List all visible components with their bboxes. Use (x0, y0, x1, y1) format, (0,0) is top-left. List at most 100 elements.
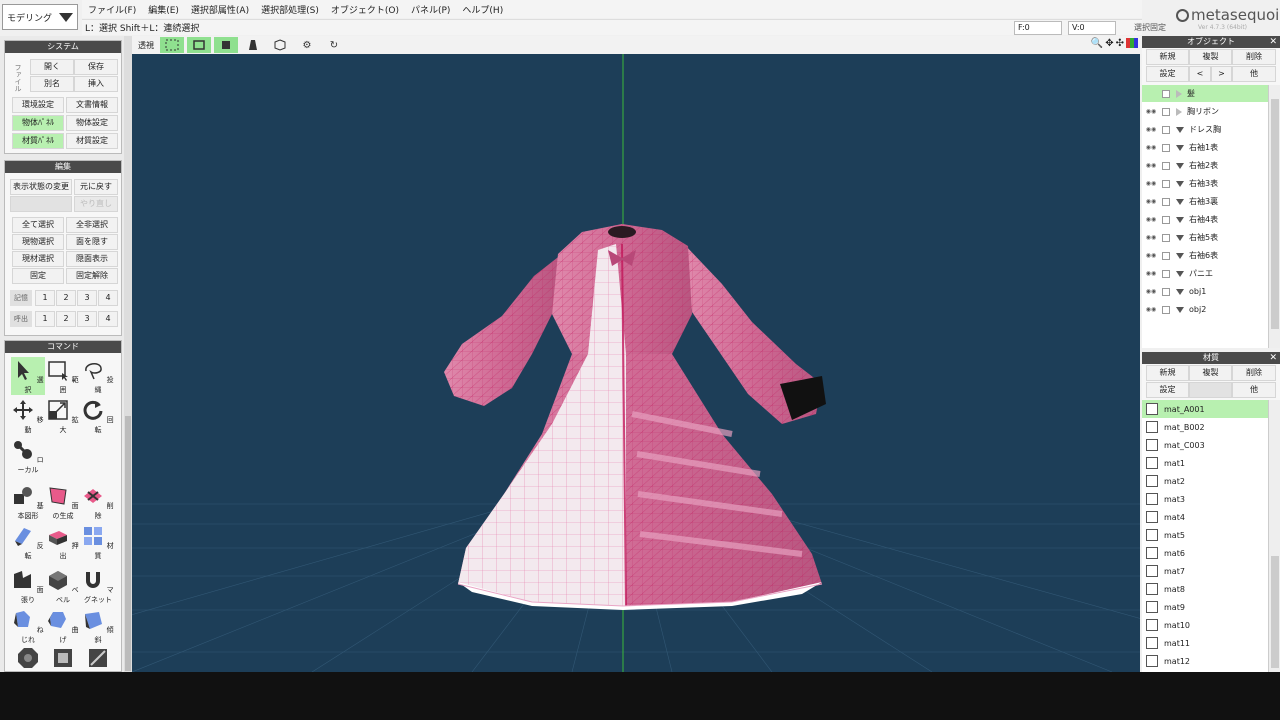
env-settings-button[interactable]: 環境設定 (12, 97, 64, 113)
material-tool[interactable]: 材質 (81, 523, 115, 561)
material-row[interactable]: mat10 (1142, 616, 1268, 634)
dress-model[interactable] (444, 224, 826, 610)
object-list-scrollbar[interactable] (1268, 85, 1280, 348)
lock-icon[interactable] (1162, 251, 1170, 260)
left-scrollbar-thumb[interactable] (125, 416, 131, 671)
visibility-icon[interactable]: ◉◉ (1145, 252, 1157, 260)
new-material-button[interactable]: 新規 (1146, 365, 1189, 381)
menu-selection-attributes[interactable]: 選択部属性(A) (185, 3, 255, 16)
lock-icon[interactable] (1162, 233, 1170, 242)
duplicate-material-button[interactable]: 複製 (1189, 365, 1232, 381)
menu-selection-processing[interactable]: 選択部処理(S) (255, 3, 325, 16)
delete-material-button[interactable]: 削除 (1232, 365, 1276, 381)
taper-tool[interactable]: 傾斜 (81, 607, 115, 645)
bevel-tool[interactable]: ベベル (46, 567, 80, 605)
settings-button[interactable]: ⚙ (295, 37, 319, 53)
object-panel-toggle[interactable]: 物体ﾊﾟﾈﾙ (12, 115, 64, 131)
unlock-button[interactable]: 固定解除 (66, 268, 118, 284)
menu-object[interactable]: オブジェクト(O) (325, 3, 405, 16)
close-icon[interactable]: ✕ (1269, 36, 1277, 48)
left-scrollbar[interactable] (124, 36, 132, 672)
pan-icon[interactable]: ✥ (1105, 38, 1113, 49)
bend-tool[interactable]: 曲げ (46, 607, 80, 645)
object-row[interactable]: ◉◉ 右袖3表 (1142, 175, 1268, 193)
select-current-object-button[interactable]: 現物選択 (12, 234, 64, 250)
edge-mode-button[interactable] (187, 37, 211, 53)
next-object-button[interactable]: > (1211, 66, 1232, 82)
object-row[interactable]: ◉◉ 右袖6表 (1142, 247, 1268, 265)
visibility-icon[interactable]: ◉◉ (1145, 216, 1157, 224)
object-row[interactable]: ◉◉ ドレス胸 (1142, 121, 1268, 139)
lock-icon[interactable] (1162, 179, 1170, 188)
material-list-scrollbar[interactable] (1268, 400, 1280, 672)
menu-help[interactable]: ヘルプ(H) (456, 3, 509, 16)
visibility-icon[interactable]: ◉◉ (1145, 198, 1157, 206)
zoom-icon[interactable]: 🔍 (1091, 38, 1103, 49)
expand-icon[interactable] (1176, 107, 1182, 116)
visibility-icon[interactable]: ◉◉ (1145, 270, 1157, 278)
prev-object-button[interactable]: < (1189, 66, 1211, 82)
lock-icon[interactable] (1162, 107, 1170, 116)
redo-button[interactable]: やり直し (74, 196, 118, 212)
local-tool[interactable]: ローカル (11, 437, 45, 475)
lock-icon[interactable] (1162, 287, 1170, 296)
object-settings-button[interactable]: 物体設定 (66, 115, 118, 131)
visibility-icon[interactable]: ◉◉ (1145, 306, 1157, 314)
material-row[interactable]: mat3 (1142, 490, 1268, 508)
material-row[interactable]: mat_B002 (1142, 418, 1268, 436)
select-all-button[interactable]: 全て選択 (12, 217, 64, 233)
material-row[interactable]: mat2 (1142, 472, 1268, 490)
collapse-icon[interactable] (1176, 162, 1184, 169)
lock-icon[interactable] (1162, 143, 1170, 152)
select-tool[interactable]: 選択 (11, 357, 45, 395)
mode-dropdown[interactable]: モデリング (2, 4, 78, 30)
memory-slot-3[interactable]: 3 (77, 290, 97, 306)
extra-tool-1[interactable] (11, 645, 45, 671)
material-other-button[interactable]: 他 (1232, 382, 1276, 398)
visibility-icon[interactable] (1145, 90, 1157, 98)
recall-slot-2[interactable]: 2 (56, 311, 76, 327)
memory-slot-2[interactable]: 2 (56, 290, 76, 306)
undo-button[interactable]: 元に戻す (74, 179, 118, 195)
object-row[interactable]: ◉◉ 右袖5表 (1142, 229, 1268, 247)
collapse-icon[interactable] (1176, 270, 1184, 277)
rotate-tool[interactable]: 回転 (81, 397, 115, 435)
visibility-icon[interactable]: ◉◉ (1145, 108, 1157, 116)
visibility-icon[interactable]: ◉◉ (1145, 234, 1157, 242)
material-row[interactable]: mat5 (1142, 526, 1268, 544)
lock-icon[interactable] (1162, 89, 1170, 98)
visibility-icon[interactable]: ◉◉ (1145, 288, 1157, 296)
lock-icon[interactable] (1162, 215, 1170, 224)
material-row[interactable]: mat4 (1142, 508, 1268, 526)
object-view-button[interactable] (268, 37, 292, 53)
open-button[interactable]: 開く (30, 59, 74, 75)
object-list-scroll-thumb[interactable] (1271, 99, 1279, 329)
menu-panel[interactable]: パネル(P) (405, 3, 456, 16)
extrude-tool[interactable]: 押出 (46, 523, 80, 561)
extra-tool-3[interactable] (81, 645, 115, 671)
delete-object-button[interactable]: 削除 (1232, 49, 1276, 65)
object-row[interactable]: ◉◉ 右袖1表 (1142, 139, 1268, 157)
collapse-icon[interactable] (1176, 306, 1184, 313)
move-tool[interactable]: 移動 (11, 397, 45, 435)
doc-info-button[interactable]: 文書情報 (66, 97, 118, 113)
visibility-icon[interactable]: ◉◉ (1145, 180, 1157, 188)
lock-icon[interactable] (1162, 305, 1170, 314)
color-grid-icon[interactable] (1126, 38, 1138, 48)
selection-fixed-button[interactable]: 選択固定 (1122, 21, 1178, 35)
visibility-icon[interactable]: ◉◉ (1145, 144, 1157, 152)
twist-tool[interactable]: ねじれ (11, 607, 45, 645)
visibility-icon[interactable]: ◉◉ (1145, 126, 1157, 134)
memory-slot-1[interactable]: 1 (35, 290, 55, 306)
change-display-button[interactable]: 表示状態の変更 (10, 179, 72, 195)
material-list-scroll-thumb[interactable] (1271, 556, 1279, 668)
lasso-tool[interactable]: 投縄 (81, 357, 115, 395)
material-panel-toggle[interactable]: 材質ﾊﾟﾈﾙ (12, 133, 64, 149)
material-row[interactable]: mat_A001 (1142, 400, 1268, 418)
lock-icon[interactable] (1162, 161, 1170, 170)
duplicate-object-button[interactable]: 複製 (1189, 49, 1232, 65)
object-other-button[interactable]: 他 (1232, 66, 1276, 82)
material-row[interactable]: mat_C003 (1142, 436, 1268, 454)
object-row[interactable]: ◉◉ 右袖4表 (1142, 211, 1268, 229)
show-hidden-faces-button[interactable]: 隠面表示 (66, 251, 118, 267)
